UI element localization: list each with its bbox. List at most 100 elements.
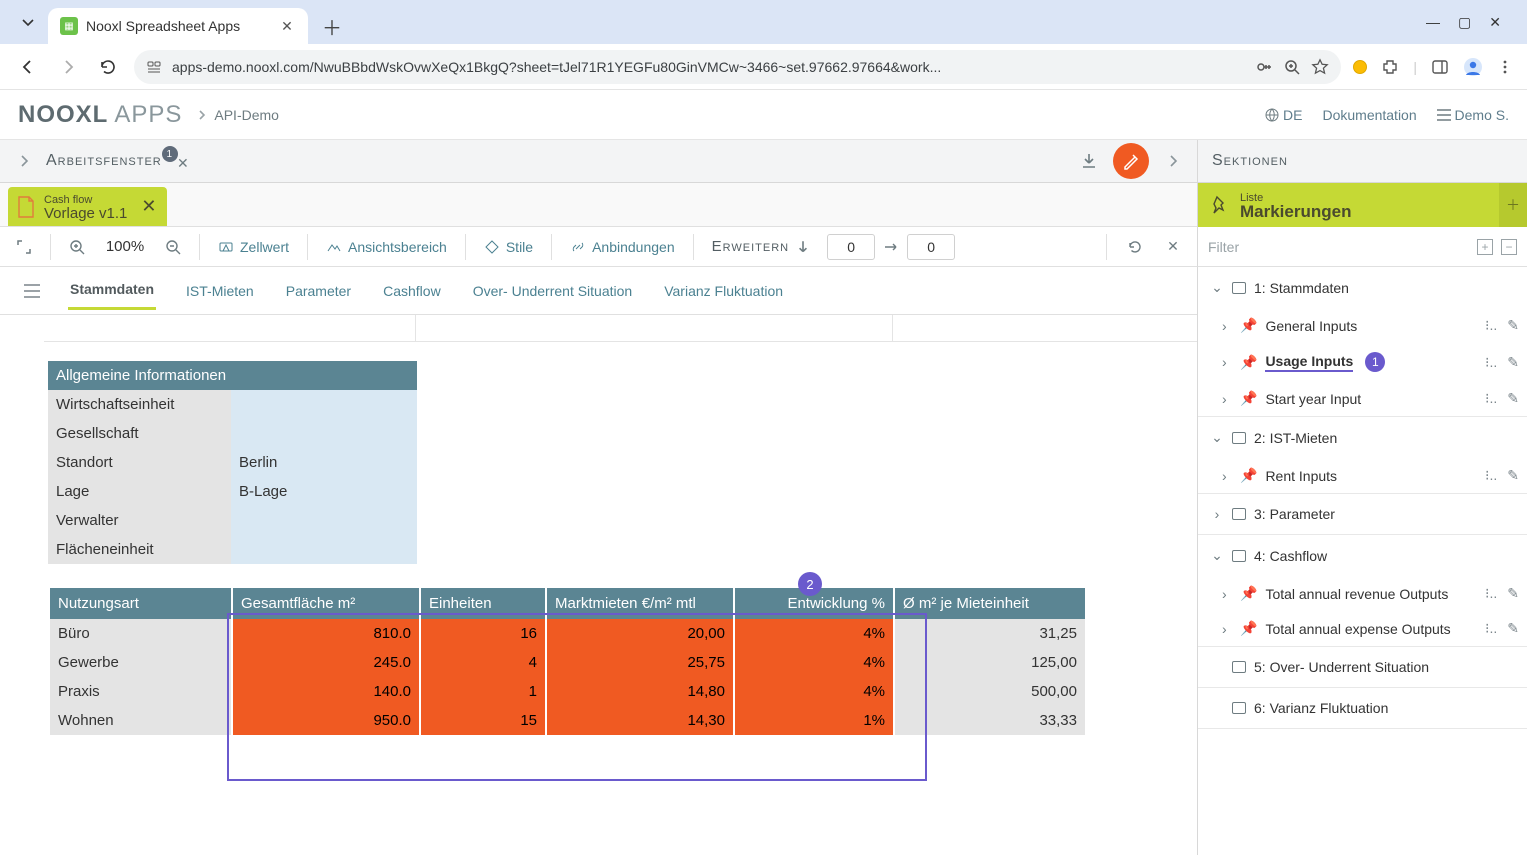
tab-varianz[interactable]: Varianz Fluktuation <box>662 273 785 309</box>
expand-cols-input[interactable]: 0 <box>907 234 955 260</box>
more-icon[interactable]: ⁝.. <box>1485 317 1497 334</box>
usage-area[interactable]: 140.0 <box>233 677 419 706</box>
maximize-button[interactable]: ▢ <box>1458 14 1471 31</box>
extensions-icon[interactable] <box>1381 58 1399 76</box>
sections-filter[interactable]: Filter + − <box>1197 227 1527 267</box>
close-window-button[interactable]: ✕ <box>1489 14 1501 31</box>
info-value[interactable]: B-Lage <box>231 477 417 506</box>
edit-icon[interactable]: ✎ <box>1507 317 1519 334</box>
reload-button[interactable] <box>94 53 122 81</box>
site-settings-icon[interactable] <box>146 59 162 75</box>
edit-icon[interactable]: ✎ <box>1507 354 1519 371</box>
primary-action-button[interactable] <box>1113 143 1149 179</box>
breadcrumb[interactable]: API-Demo <box>196 107 279 123</box>
tab-cashflow[interactable]: Cashflow <box>381 273 443 309</box>
edit-icon[interactable]: ✎ <box>1507 390 1519 407</box>
close-toolbar-button[interactable]: ✕ <box>1157 231 1189 263</box>
section-item-usage-inputs[interactable]: ›📌 Usage Inputs 1 ⁝..✎ <box>1198 343 1527 381</box>
section-over-underrent[interactable]: › 5: Over- Underrent Situation <box>1198 647 1527 687</box>
add-marking-button[interactable]: ＋ <box>1499 183 1527 227</box>
close-icon[interactable]: ✕ <box>177 155 190 172</box>
usage-units[interactable]: 15 <box>421 706 545 735</box>
browser-menu-icon[interactable] <box>1497 59 1513 75</box>
info-value[interactable] <box>231 390 417 419</box>
minimize-button[interactable]: — <box>1426 14 1440 30</box>
download-button[interactable] <box>1073 145 1105 177</box>
more-icon[interactable]: ⁝.. <box>1485 354 1497 371</box>
sheet-menu-button[interactable] <box>24 284 40 298</box>
section-item-revenue-outputs[interactable]: ›📌 Total annual revenue Outputs ⁝..✎ <box>1198 576 1527 611</box>
side-panel-icon[interactable] <box>1431 58 1449 76</box>
back-button[interactable] <box>14 53 42 81</box>
edit-icon[interactable]: ✎ <box>1507 620 1519 637</box>
section-cashflow[interactable]: ⌄ 4: Cashflow <box>1198 535 1527 576</box>
password-key-icon[interactable] <box>1255 58 1273 76</box>
workspace-title[interactable]: Arbeitsfenster 1 ✕ <box>46 152 186 170</box>
info-value[interactable]: Berlin <box>231 448 417 477</box>
zoom-out-button[interactable] <box>157 231 189 263</box>
language-switch[interactable]: DE <box>1265 107 1302 123</box>
section-item-general-inputs[interactable]: ›📌 General Inputs ⁝..✎ <box>1198 308 1527 343</box>
tab-search-dropdown[interactable] <box>12 6 44 38</box>
usage-dev[interactable]: 1% <box>735 706 893 735</box>
close-document-button[interactable]: ✕ <box>141 196 156 217</box>
workspace-prev[interactable] <box>8 145 40 177</box>
usage-dev[interactable]: 4% <box>735 648 893 677</box>
zoom-level[interactable]: 100% <box>97 233 153 261</box>
section-varianz[interactable]: › 6: Varianz Fluktuation <box>1198 688 1527 728</box>
fullscreen-button[interactable] <box>8 231 40 263</box>
info-value[interactable] <box>231 419 417 448</box>
viewport-tool[interactable]: Ansichtsbereich <box>318 235 455 259</box>
workspace-next[interactable] <box>1157 145 1189 177</box>
expand-rows-input[interactable]: 0 <box>827 234 875 260</box>
spreadsheet-area[interactable]: Allgemeine Informationen Wirtschaftseinh… <box>0 315 1197 855</box>
bookmark-star-icon[interactable] <box>1311 58 1329 76</box>
expand-tool[interactable]: Erweitern <box>704 234 819 259</box>
usage-rent[interactable]: 20,00 <box>547 619 733 648</box>
docs-link[interactable]: Dokumentation <box>1322 107 1416 123</box>
section-ist-mieten[interactable]: ⌄ 2: IST-Mieten <box>1198 417 1527 458</box>
collapse-all-button[interactable]: − <box>1501 239 1517 255</box>
tab-over-underrent[interactable]: Over- Underrent Situation <box>471 273 635 309</box>
markings-header[interactable]: Liste Markierungen <box>1198 183 1499 227</box>
more-icon[interactable]: ⁝.. <box>1485 620 1497 637</box>
edit-icon[interactable]: ✎ <box>1507 585 1519 602</box>
section-parameter[interactable]: › 3: Parameter <box>1198 494 1527 534</box>
extension-indicator[interactable] <box>1353 60 1367 74</box>
section-item-expense-outputs[interactable]: ›📌 Total annual expense Outputs ⁝..✎ <box>1198 611 1527 646</box>
styles-tool[interactable]: Stile <box>476 235 541 259</box>
usage-units[interactable]: 1 <box>421 677 545 706</box>
refresh-button[interactable] <box>1119 231 1151 263</box>
usage-rent[interactable]: 14,80 <box>547 677 733 706</box>
user-menu[interactable]: Demo S. <box>1437 107 1509 123</box>
new-tab-button[interactable]: ＋ <box>314 8 350 44</box>
section-item-rent-inputs[interactable]: ›📌 Rent Inputs ⁝..✎ <box>1198 458 1527 493</box>
info-value[interactable] <box>231 506 417 535</box>
usage-dev[interactable]: 4% <box>735 619 893 648</box>
usage-units[interactable]: 16 <box>421 619 545 648</box>
tab-parameter[interactable]: Parameter <box>284 273 353 309</box>
zoom-lens-icon[interactable] <box>1283 58 1301 76</box>
more-icon[interactable]: ⁝.. <box>1485 585 1497 602</box>
edit-icon[interactable]: ✎ <box>1507 467 1519 484</box>
brand-logo[interactable]: NOOXLAPPS <box>18 101 182 129</box>
usage-area[interactable]: 810.0 <box>233 619 419 648</box>
usage-units[interactable]: 4 <box>421 648 545 677</box>
zoom-in-button[interactable] <box>61 231 93 263</box>
usage-area[interactable]: 950.0 <box>233 706 419 735</box>
more-icon[interactable]: ⁝.. <box>1485 467 1497 484</box>
tab-close-button[interactable]: ✕ <box>278 17 296 35</box>
cellvalue-tool[interactable]: Zellwert <box>210 235 297 259</box>
browser-tab[interactable]: ▦ Nooxl Spreadsheet Apps ✕ <box>48 8 308 44</box>
section-stammdaten[interactable]: ⌄ 1: Stammdaten <box>1198 267 1527 308</box>
usage-dev[interactable]: 4% <box>735 677 893 706</box>
forward-button[interactable] <box>54 53 82 81</box>
usage-area[interactable]: 245.0 <box>233 648 419 677</box>
document-tab[interactable]: Cash flow Vorlage v1.1 ✕ <box>8 187 167 226</box>
profile-avatar-icon[interactable] <box>1463 57 1483 77</box>
tab-stammdaten[interactable]: Stammdaten <box>68 271 156 310</box>
expand-all-button[interactable]: + <box>1477 239 1493 255</box>
bindings-tool[interactable]: Anbindungen <box>562 235 683 259</box>
info-value[interactable] <box>231 535 417 564</box>
usage-rent[interactable]: 14,30 <box>547 706 733 735</box>
